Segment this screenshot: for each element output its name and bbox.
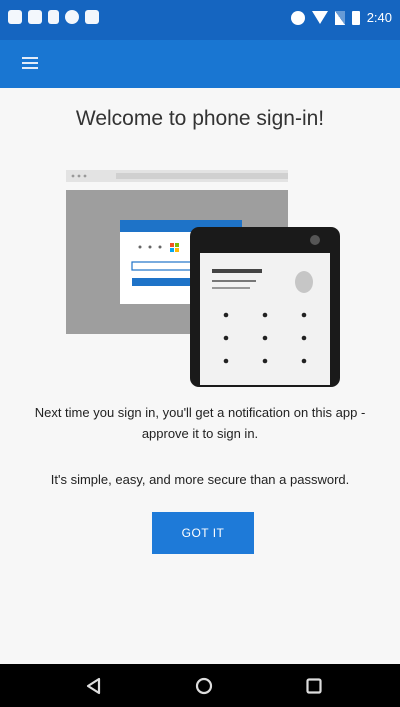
page-title: Welcome to phone sign-in! — [75, 107, 325, 130]
navigation-bar — [0, 664, 400, 707]
do-not-disturb-icon — [290, 10, 305, 25]
hamburger-menu-icon[interactable] — [22, 54, 46, 74]
secondary-text: It's simple, easy, and more secure than … — [50, 472, 350, 487]
signal-icon — [334, 10, 345, 25]
notification-icons — [8, 10, 99, 24]
app-bar — [0, 40, 400, 88]
recents-icon[interactable] — [302, 674, 326, 698]
phone-and-browser-illustration — [66, 170, 340, 387]
battery-icon — [351, 10, 360, 25]
phone-illustration — [190, 227, 340, 387]
message-icon — [28, 10, 42, 24]
status-bar: 2:40 — [0, 0, 400, 40]
wifi-notification-icon — [8, 10, 22, 24]
got-it-button[interactable]: GOT IT — [152, 512, 254, 554]
chat-icon — [65, 10, 79, 24]
description-text: Next time you sign in, you'll get a noti… — [34, 405, 366, 441]
back-icon[interactable] — [82, 674, 106, 698]
wifi-icon — [311, 11, 328, 24]
system-icons: 2:40 — [290, 10, 392, 25]
camera-icon — [85, 10, 99, 24]
sim-icon — [48, 10, 59, 24]
status-time: 2:40 — [366, 10, 392, 25]
home-icon[interactable] — [192, 674, 216, 698]
main-content: Welcome to phone sign-in! Next time you … — [0, 88, 400, 664]
